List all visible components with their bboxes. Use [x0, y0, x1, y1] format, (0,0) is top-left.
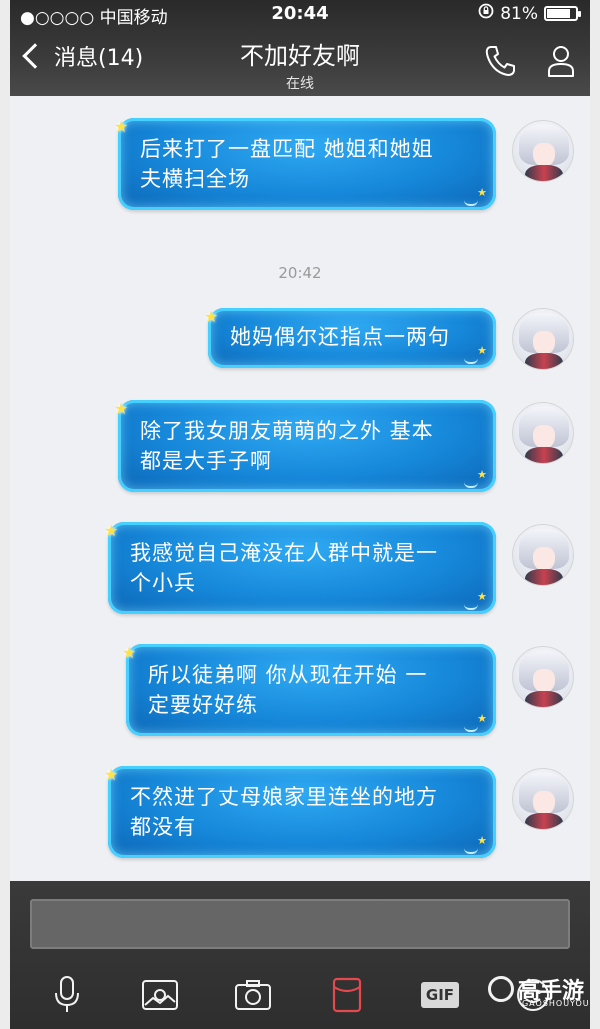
profile-icon[interactable]	[546, 44, 576, 78]
screen: ●○○○○ 中国移动 20:44 81% 消息(14) 不加好友啊 在线 ★ 后…	[10, 0, 590, 1029]
camera-icon[interactable]	[231, 973, 275, 1017]
phone-icon[interactable]	[484, 44, 516, 78]
image-icon[interactable]	[138, 973, 182, 1017]
red-packet-icon[interactable]	[325, 973, 369, 1017]
rotation-lock-icon	[478, 3, 494, 24]
message-bubble[interactable]: ★ 除了我女朋友萌萌的之外 基本 都是大手子啊 ★	[114, 399, 496, 492]
status-bar: ●○○○○ 中国移动 20:44 81%	[10, 0, 590, 28]
message-text: 她妈偶尔还指点一两句	[230, 325, 450, 349]
message-bubble[interactable]: ★ 后来打了一盘匹配 她姐和她姐 夫横扫全场 ★	[114, 117, 496, 210]
avatar[interactable]	[512, 120, 574, 182]
star-icon: ★	[114, 117, 130, 136]
nav-bar: 消息(14) 不加好友啊 在线	[10, 28, 590, 96]
microphone-icon[interactable]	[45, 973, 89, 1017]
avatar[interactable]	[512, 402, 574, 464]
message-text: 所以徒弟啊 你从现在开始 一	[148, 663, 428, 687]
message-text: 都没有	[130, 815, 196, 839]
message-input[interactable]	[30, 899, 570, 949]
message-bubble[interactable]: ★ 所以徒弟啊 你从现在开始 一 定要好好练 ★	[122, 643, 496, 736]
avatar[interactable]	[512, 768, 574, 830]
message-text: 我感觉自己淹没在人群中就是一	[130, 541, 438, 565]
watermark: 高手游 GAOSHOUYOU.COM	[487, 973, 590, 1008]
gif-icon[interactable]: GIF	[418, 973, 462, 1017]
message-bubble[interactable]: ★ 不然进了丈母娘家里连坐的地方 都没有 ★	[104, 765, 496, 858]
message-text: 不然进了丈母娘家里连坐的地方	[130, 785, 438, 809]
message-text: 都是大手子啊	[140, 449, 272, 473]
message-text: 除了我女朋友萌萌的之外 基本	[140, 419, 434, 443]
star-icon: ★	[104, 765, 120, 784]
chat-area[interactable]: ★ 后来打了一盘匹配 她姐和她姐 夫横扫全场 ★ 20:42 ★ 她妈偶尔还指点…	[10, 96, 590, 881]
battery-icon	[544, 6, 581, 21]
star-icon: ★	[114, 399, 130, 418]
header: ●○○○○ 中国移动 20:44 81% 消息(14) 不加好友啊 在线	[10, 0, 590, 96]
message-bubble[interactable]: ★ 我感觉自己淹没在人群中就是一 个小兵 ★	[104, 521, 496, 614]
battery-percent: 81%	[500, 3, 538, 24]
message-text: 定要好好练	[148, 693, 258, 717]
avatar[interactable]	[512, 524, 574, 586]
message-text: 夫横扫全场	[140, 167, 250, 191]
message-bubble[interactable]: ★ 她妈偶尔还指点一两句 ★	[204, 307, 496, 368]
message-text: 个小兵	[130, 571, 196, 595]
star-icon: ★	[204, 307, 220, 326]
input-area: GIF 高手游 GAOSHOUYOU.COM	[10, 881, 590, 1029]
star-icon: ★	[104, 521, 120, 540]
timestamp: 20:42	[278, 264, 322, 282]
avatar[interactable]	[512, 308, 574, 370]
star-icon: ★	[122, 643, 138, 662]
avatar[interactable]	[512, 646, 574, 708]
watermark-logo-icon	[487, 976, 514, 1002]
message-text: 后来打了一盘匹配 她姐和她姐	[140, 137, 434, 161]
